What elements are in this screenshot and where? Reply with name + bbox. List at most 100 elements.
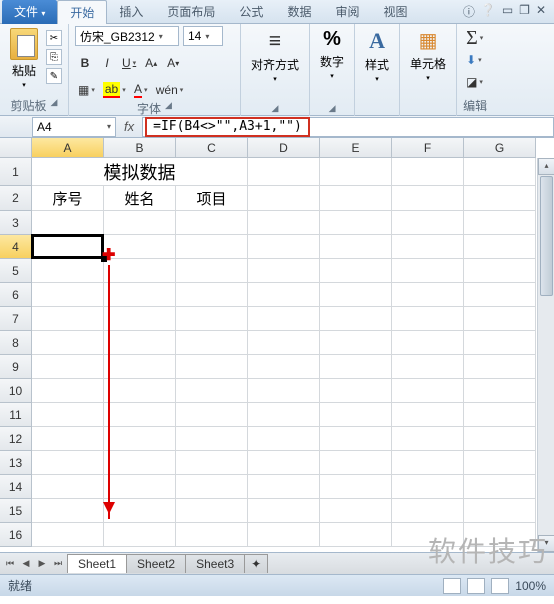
alignment-button[interactable]: ≡对齐方式▾ (247, 26, 303, 85)
row-header[interactable]: 7 (0, 307, 32, 331)
cell[interactable] (176, 259, 248, 283)
row-header[interactable]: 9 (0, 355, 32, 379)
cell[interactable] (320, 499, 392, 523)
normal-view-button[interactable] (443, 578, 461, 594)
row-header[interactable]: 12 (0, 427, 32, 451)
cell[interactable] (392, 331, 464, 355)
cell[interactable] (464, 235, 536, 259)
cell[interactable] (104, 427, 176, 451)
cell[interactable] (392, 475, 464, 499)
row-header[interactable]: 8 (0, 331, 32, 355)
cell[interactable] (320, 403, 392, 427)
cell[interactable] (248, 379, 320, 403)
cell[interactable] (176, 427, 248, 451)
cell[interactable] (32, 523, 104, 547)
col-header[interactable]: A (32, 138, 104, 158)
cell[interactable] (320, 158, 392, 186)
cell[interactable] (464, 427, 536, 451)
tab-layout[interactable]: 页面布局 (155, 0, 227, 24)
dialog-launcher-icon[interactable]: ◢ (51, 97, 58, 114)
row-header[interactable]: 5 (0, 259, 32, 283)
cell[interactable] (32, 379, 104, 403)
cell[interactable] (392, 379, 464, 403)
cell[interactable] (392, 451, 464, 475)
cell[interactable] (392, 307, 464, 331)
cell[interactable] (320, 523, 392, 547)
cell[interactable] (464, 158, 536, 186)
row-header[interactable]: 4 (0, 235, 32, 259)
col-header[interactable]: C (176, 138, 248, 158)
cell[interactable] (32, 499, 104, 523)
cell[interactable] (464, 307, 536, 331)
fill-color-button[interactable]: ab▾ (100, 80, 129, 100)
row-header[interactable]: 13 (0, 451, 32, 475)
page-break-view-button[interactable] (491, 578, 509, 594)
cell[interactable] (320, 451, 392, 475)
cell[interactable] (176, 451, 248, 475)
cell[interactable] (176, 379, 248, 403)
row-header[interactable]: 6 (0, 283, 32, 307)
cell[interactable] (248, 211, 320, 235)
row-header[interactable]: 1 (0, 158, 32, 186)
cell[interactable] (104, 523, 176, 547)
cell[interactable] (104, 379, 176, 403)
page-layout-view-button[interactable] (467, 578, 485, 594)
cell[interactable] (320, 186, 392, 211)
row-header[interactable]: 2 (0, 186, 32, 211)
col-header[interactable]: F (392, 138, 464, 158)
cell[interactable] (248, 523, 320, 547)
font-size-combo[interactable]: 14▾ (183, 26, 223, 46)
window-restore-icon[interactable]: ❐ (519, 3, 530, 20)
cell[interactable] (464, 186, 536, 211)
cell[interactable] (32, 451, 104, 475)
cell[interactable] (248, 331, 320, 355)
cell[interactable] (104, 355, 176, 379)
cell[interactable] (464, 451, 536, 475)
cell[interactable] (248, 475, 320, 499)
cell[interactable] (32, 307, 104, 331)
cell[interactable] (320, 331, 392, 355)
col-header[interactable]: B (104, 138, 176, 158)
cell[interactable] (176, 355, 248, 379)
new-sheet-button[interactable]: ✦ (244, 554, 268, 573)
cell[interactable] (464, 331, 536, 355)
cell[interactable] (248, 283, 320, 307)
row-header[interactable]: 10 (0, 379, 32, 403)
cell[interactable] (248, 403, 320, 427)
format-painter-button[interactable]: ✎ (46, 68, 62, 84)
cell[interactable] (248, 427, 320, 451)
cell[interactable] (464, 379, 536, 403)
styles-button[interactable]: A样式▾ (361, 26, 393, 85)
fill-button[interactable]: ⬇▾ (463, 50, 485, 70)
cell[interactable] (464, 283, 536, 307)
cell[interactable] (104, 283, 176, 307)
cell[interactable] (248, 158, 320, 186)
cell[interactable] (176, 235, 248, 259)
formula-input[interactable]: =IF(B4<>"",A3+1,"") (142, 117, 554, 137)
cell[interactable] (392, 283, 464, 307)
cell[interactable] (320, 259, 392, 283)
tab-file[interactable]: 文件 ▾ (2, 0, 57, 24)
underline-button[interactable]: U▾ (119, 53, 139, 73)
cell[interactable] (392, 355, 464, 379)
border-button[interactable]: ▦▾ (75, 80, 98, 100)
shrink-font-button[interactable]: A▾ (163, 53, 183, 73)
cell[interactable] (104, 403, 176, 427)
cell[interactable] (464, 259, 536, 283)
cut-button[interactable]: ✂ (46, 30, 62, 46)
bold-button[interactable]: B (75, 53, 95, 73)
sheet-tab-1[interactable]: Sheet1 (67, 554, 127, 573)
cell[interactable] (248, 355, 320, 379)
scrollbar-thumb[interactable] (540, 176, 553, 296)
cell[interactable] (320, 211, 392, 235)
tab-data[interactable]: 数据 (275, 0, 323, 24)
tab-review[interactable]: 审阅 (323, 0, 371, 24)
cell[interactable] (104, 451, 176, 475)
cell[interactable] (176, 475, 248, 499)
cell[interactable] (248, 259, 320, 283)
row-header[interactable]: 15 (0, 499, 32, 523)
cell[interactable] (176, 403, 248, 427)
first-sheet-button[interactable]: ⏮ (2, 556, 18, 572)
cell[interactable] (248, 451, 320, 475)
cell[interactable] (320, 307, 392, 331)
